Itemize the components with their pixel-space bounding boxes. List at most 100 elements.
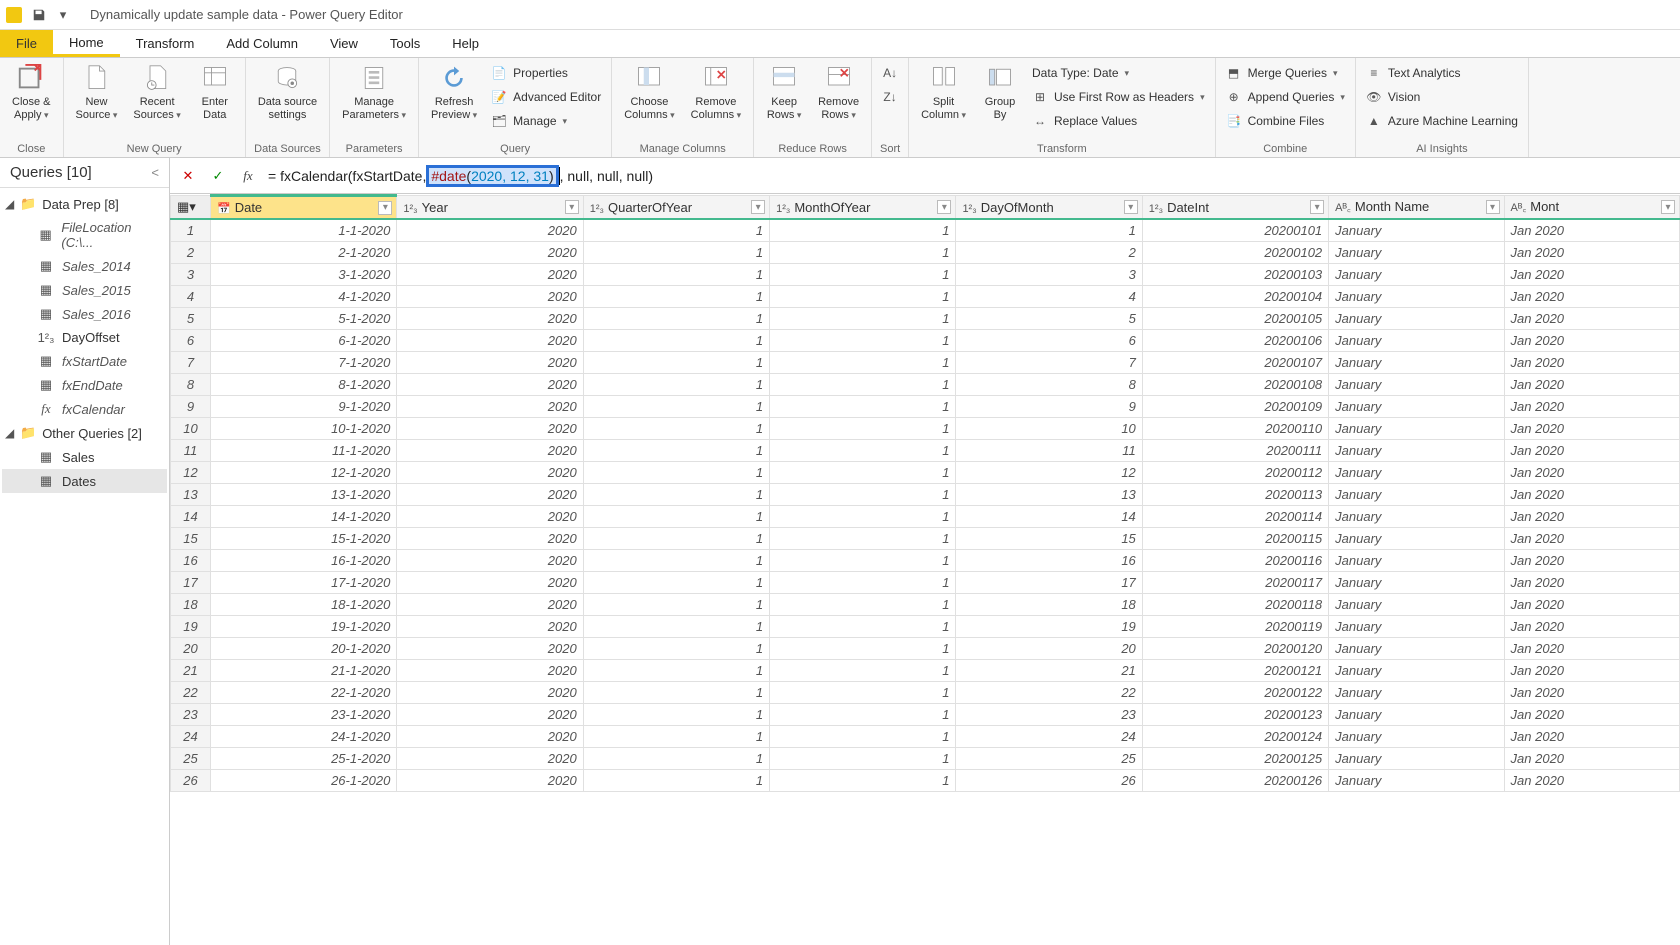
qat-dropdown-icon[interactable]: ▾ xyxy=(54,6,72,24)
cell[interactable]: 3-1-2020 xyxy=(211,264,397,286)
cell[interactable]: 10-1-2020 xyxy=(211,418,397,440)
row-number[interactable]: 2 xyxy=(171,242,211,264)
cell[interactable]: Jan 2020 xyxy=(1504,550,1679,572)
cell[interactable]: 2-1-2020 xyxy=(211,242,397,264)
cell[interactable]: 2020 xyxy=(397,219,583,242)
table-row[interactable]: 55-1-2020202011520200105JanuaryJan 2020 xyxy=(171,308,1680,330)
cell[interactable]: 1 xyxy=(583,374,769,396)
cell[interactable]: January xyxy=(1329,704,1504,726)
cell[interactable]: 2020 xyxy=(397,770,583,792)
tree-item[interactable]: ▦Sales xyxy=(2,445,167,469)
cell[interactable]: 1 xyxy=(583,594,769,616)
tree-group[interactable]: ◢📁Other Queries [2] xyxy=(2,421,167,445)
cell[interactable]: 1 xyxy=(770,396,956,418)
column-type-icon[interactable]: Aᴮ꜀ xyxy=(1511,202,1527,214)
cell[interactable]: 1 xyxy=(770,330,956,352)
cell[interactable]: 26-1-2020 xyxy=(211,770,397,792)
row-number[interactable]: 26 xyxy=(171,770,211,792)
cell[interactable]: 1 xyxy=(583,396,769,418)
cell[interactable]: 20200111 xyxy=(1142,440,1328,462)
cell[interactable]: 1 xyxy=(770,616,956,638)
tree-item[interactable]: fxfxCalendar xyxy=(2,397,167,421)
tab-file[interactable]: File xyxy=(0,30,53,57)
merge-queries-button[interactable]: ⬒Merge Queries xyxy=(1222,62,1349,84)
cell[interactable]: 20200105 xyxy=(1142,308,1328,330)
cell[interactable]: 1 xyxy=(583,572,769,594)
cell[interactable]: Jan 2020 xyxy=(1504,396,1679,418)
cell[interactable]: 9-1-2020 xyxy=(211,396,397,418)
cell[interactable]: 6-1-2020 xyxy=(211,330,397,352)
column-header[interactable]: Aᴮ꜀Mont▾ xyxy=(1504,196,1679,220)
column-header[interactable]: 1²₃DateInt▾ xyxy=(1142,196,1328,220)
column-filter-icon[interactable]: ▾ xyxy=(1661,200,1675,214)
row-number[interactable]: 12 xyxy=(171,462,211,484)
cell[interactable]: 5-1-2020 xyxy=(211,308,397,330)
enter-data-button[interactable]: Enter Data xyxy=(191,60,239,123)
manage-parameters-button[interactable]: Manage Parameters xyxy=(336,60,412,123)
cell[interactable]: 1 xyxy=(583,682,769,704)
cell[interactable]: 1 xyxy=(583,462,769,484)
cell[interactable]: 13 xyxy=(956,484,1142,506)
tab-add-column[interactable]: Add Column xyxy=(210,30,314,57)
row-number[interactable]: 9 xyxy=(171,396,211,418)
tab-transform[interactable]: Transform xyxy=(120,30,211,57)
table-row[interactable]: 1818-1-20202020111820200118JanuaryJan 20… xyxy=(171,594,1680,616)
table-menu-icon[interactable]: ▦▾ xyxy=(171,196,211,220)
cell[interactable]: 10 xyxy=(956,418,1142,440)
row-number[interactable]: 8 xyxy=(171,374,211,396)
column-filter-icon[interactable]: ▾ xyxy=(1310,200,1324,214)
remove-rows-button[interactable]: Remove Rows xyxy=(812,60,865,123)
cell[interactable]: 4 xyxy=(956,286,1142,308)
cell[interactable]: 1 xyxy=(770,550,956,572)
row-number[interactable]: 15 xyxy=(171,528,211,550)
vision-button[interactable]: 👁Vision xyxy=(1362,86,1522,108)
cell[interactable]: 2020 xyxy=(397,748,583,770)
cell[interactable]: 11-1-2020 xyxy=(211,440,397,462)
formula-confirm-button[interactable]: ✓ xyxy=(208,166,228,186)
tree-item[interactable]: ▦Sales_2015 xyxy=(2,278,167,302)
cell[interactable]: 1 xyxy=(770,462,956,484)
cell[interactable]: 1 xyxy=(770,418,956,440)
cell[interactable]: 1 xyxy=(770,748,956,770)
cell[interactable]: 20200119 xyxy=(1142,616,1328,638)
row-number[interactable]: 18 xyxy=(171,594,211,616)
cell[interactable]: January xyxy=(1329,462,1504,484)
cell[interactable]: 1 xyxy=(770,242,956,264)
cell[interactable]: Jan 2020 xyxy=(1504,286,1679,308)
cell[interactable]: Jan 2020 xyxy=(1504,506,1679,528)
column-type-icon[interactable]: 1²₃ xyxy=(962,203,976,215)
cell[interactable]: 23-1-2020 xyxy=(211,704,397,726)
tree-group[interactable]: ◢📁Data Prep [8] xyxy=(2,192,167,216)
column-filter-icon[interactable]: ▾ xyxy=(937,200,951,214)
cell[interactable]: 12 xyxy=(956,462,1142,484)
cell[interactable]: 1 xyxy=(583,660,769,682)
cell[interactable]: 1 xyxy=(583,219,769,242)
cell[interactable]: Jan 2020 xyxy=(1504,638,1679,660)
cell[interactable]: Jan 2020 xyxy=(1504,484,1679,506)
cell[interactable]: 2020 xyxy=(397,242,583,264)
cell[interactable]: January xyxy=(1329,528,1504,550)
column-header[interactable]: 📅Date▾ xyxy=(211,196,397,220)
cell[interactable]: 21-1-2020 xyxy=(211,660,397,682)
group-by-button[interactable]: Group By xyxy=(976,60,1024,123)
cell[interactable]: 20200113 xyxy=(1142,484,1328,506)
table-row[interactable]: 1515-1-20202020111520200115JanuaryJan 20… xyxy=(171,528,1680,550)
data-type-button[interactable]: Data Type: Date xyxy=(1028,62,1209,84)
cell[interactable]: 15-1-2020 xyxy=(211,528,397,550)
cell[interactable]: 7-1-2020 xyxy=(211,352,397,374)
cell[interactable]: 2020 xyxy=(397,308,583,330)
cell[interactable]: 1 xyxy=(770,528,956,550)
cell[interactable]: 1 xyxy=(770,594,956,616)
cell[interactable]: 22 xyxy=(956,682,1142,704)
cell[interactable]: Jan 2020 xyxy=(1504,660,1679,682)
cell[interactable]: 20200116 xyxy=(1142,550,1328,572)
cell[interactable]: 11 xyxy=(956,440,1142,462)
table-row[interactable]: 1313-1-20202020111320200113JanuaryJan 20… xyxy=(171,484,1680,506)
cell[interactable]: 20200123 xyxy=(1142,704,1328,726)
cell[interactable]: 1 xyxy=(583,616,769,638)
cell[interactable]: 2020 xyxy=(397,418,583,440)
table-row[interactable]: 33-1-2020202011320200103JanuaryJan 2020 xyxy=(171,264,1680,286)
cell[interactable]: 19-1-2020 xyxy=(211,616,397,638)
cell[interactable]: 1 xyxy=(583,748,769,770)
table-row[interactable]: 2121-1-20202020112120200121JanuaryJan 20… xyxy=(171,660,1680,682)
